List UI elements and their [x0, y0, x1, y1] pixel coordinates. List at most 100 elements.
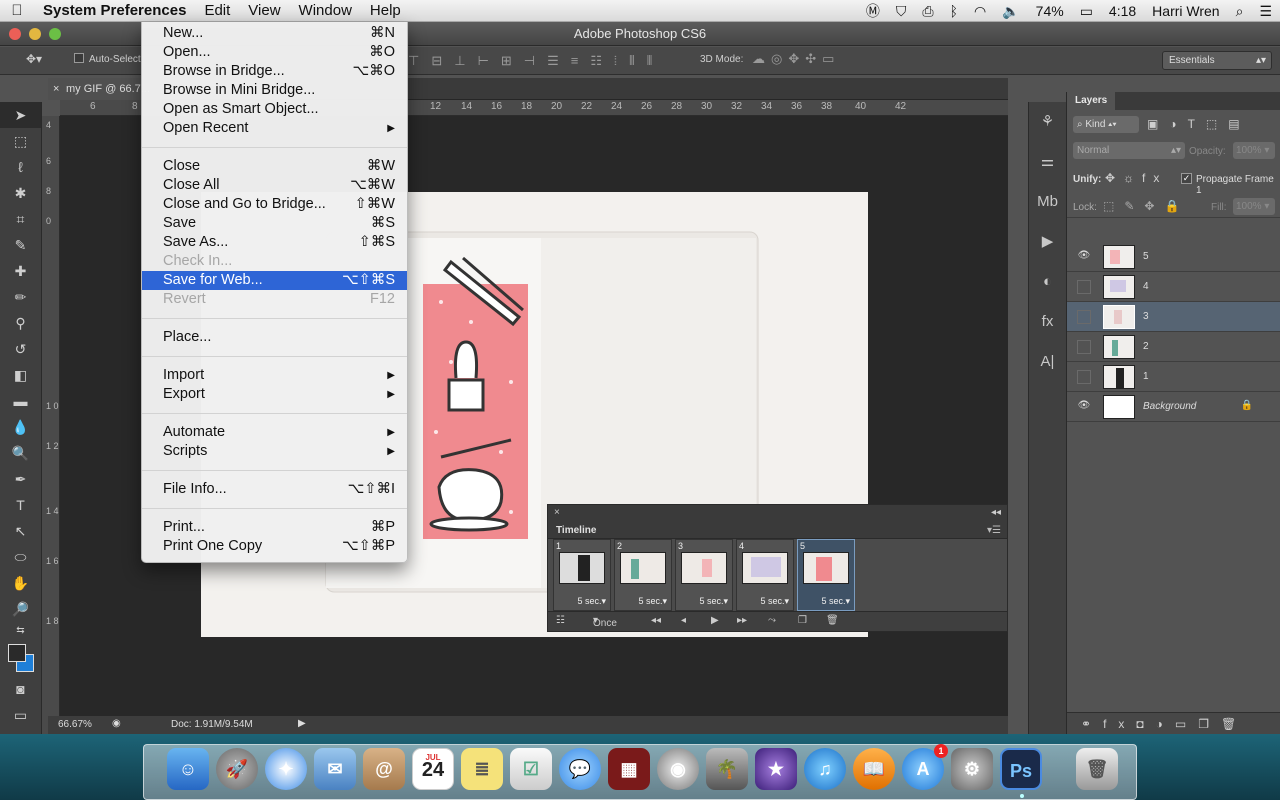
- healing-tool-icon[interactable]: ✚: [0, 258, 41, 284]
- distribute-top-icon[interactable]: ☰: [547, 53, 559, 69]
- timeline-frame[interactable]: 1 5 sec.▾: [553, 539, 611, 611]
- align-hcenter-icon[interactable]: ⊞: [501, 53, 512, 69]
- brush-tool-icon[interactable]: ✏: [0, 284, 41, 310]
- menu-item-export[interactable]: Export ▶: [142, 385, 407, 404]
- battery-percent[interactable]: 74%: [1028, 3, 1072, 19]
- menu-window[interactable]: Window: [290, 0, 361, 22]
- apple-icon[interactable]: : [0, 2, 34, 19]
- workspace-select[interactable]: Essentials ▴▾: [1162, 51, 1272, 70]
- photo-booth-icon[interactable]: ▦: [608, 748, 650, 790]
- contacts-icon[interactable]: @: [363, 748, 405, 790]
- iphoto-icon[interactable]: 🌴: [706, 748, 748, 790]
- printer-icon[interactable]: ⎙: [914, 3, 941, 20]
- link-layers-icon[interactable]: ⚭: [1081, 717, 1103, 731]
- shield-icon[interactable]: ⛉: [888, 3, 915, 20]
- mini-bridge-icon[interactable]: Mb: [1029, 182, 1066, 222]
- filter-icons[interactable]: ▣◑T⬚▤: [1147, 117, 1251, 131]
- status-share-icon[interactable]: ◉: [112, 718, 121, 729]
- menu-item-close-and-go-to-bridge[interactable]: Close and Go to Bridge... ⇧⌘W: [142, 195, 407, 214]
- menu-item-new[interactable]: New... ⌘N: [142, 24, 407, 43]
- layer-row[interactable]: 1: [1067, 362, 1280, 392]
- new-layer-icon[interactable]: ❐: [1198, 717, 1221, 731]
- menu-item-file-info[interactable]: File Info... ⌥⇧⌘I: [142, 480, 407, 499]
- m-icon[interactable]: Ⓜ: [858, 1, 888, 21]
- color-swatches[interactable]: [0, 640, 41, 676]
- eye-icon[interactable]: 👁: [1077, 400, 1091, 414]
- menu-item-close-all[interactable]: Close All ⌥⌘W: [142, 176, 407, 195]
- reminders-icon[interactable]: ☑: [510, 748, 552, 790]
- eye-icon[interactable]: 👁: [1077, 250, 1091, 264]
- trash-icon[interactable]: 🗑: [1221, 717, 1248, 731]
- path-select-tool-icon[interactable]: ↖: [0, 518, 41, 544]
- menu-item-open-as-smart-object[interactable]: Open as Smart Object...: [142, 100, 407, 119]
- menu-help[interactable]: Help: [361, 0, 410, 22]
- type-tool-icon[interactable]: T: [0, 492, 41, 518]
- menu-item-place[interactable]: Place...: [142, 328, 407, 347]
- calendar-icon[interactable]: JUL 24: [412, 748, 454, 790]
- convert-to-video-icon[interactable]: ☷: [556, 615, 565, 626]
- menu-view[interactable]: View: [239, 0, 289, 22]
- lock-icons[interactable]: ⬚✎✥🔒: [1103, 199, 1189, 213]
- character-icon[interactable]: A|: [1029, 342, 1066, 382]
- actions-icon[interactable]: ▶: [1029, 222, 1066, 262]
- menu-item-save-for-web[interactable]: Save for Web... ⌥⇧⌘S: [142, 271, 407, 290]
- launchpad-icon[interactable]: 🚀: [216, 748, 258, 790]
- blur-tool-icon[interactable]: 💧: [0, 414, 41, 440]
- system-preferences-icon[interactable]: ⚙: [951, 748, 993, 790]
- mail-icon[interactable]: ✉: [314, 748, 356, 790]
- gradient-tool-icon[interactable]: ▬: [0, 388, 41, 414]
- visibility-toggle[interactable]: [1077, 310, 1091, 324]
- stamp-tool-icon[interactable]: ⚲: [0, 310, 41, 336]
- menu-item-print[interactable]: Print... ⌘P: [142, 518, 407, 537]
- minimize-window-button[interactable]: [29, 28, 41, 40]
- battery-icon[interactable]: ▭: [1072, 3, 1101, 20]
- zoom-window-button[interactable]: [49, 28, 61, 40]
- move-tool-icon[interactable]: ➤: [0, 102, 41, 128]
- timeline-frame[interactable]: 3 5 sec.▾: [675, 539, 733, 611]
- styles-icon[interactable]: fx: [1029, 302, 1066, 342]
- propagate-checkbox[interactable]: ✓: [1181, 173, 1192, 184]
- visibility-toggle[interactable]: [1077, 280, 1091, 294]
- menu-item-open[interactable]: Open... ⌘O: [142, 43, 407, 62]
- photoshop-icon[interactable]: Ps: [1000, 748, 1042, 790]
- distribute-left-icon[interactable]: ⦙: [614, 53, 617, 69]
- align-left-icon[interactable]: ⊢: [478, 53, 489, 69]
- panel-menu-icon[interactable]: ▾☰: [987, 523, 1001, 539]
- align-right-icon[interactable]: ⊣: [524, 53, 535, 69]
- user-name[interactable]: Harri Wren: [1144, 3, 1227, 19]
- fill-field[interactable]: 100% ▾: [1233, 198, 1275, 215]
- duplicate-frame-icon[interactable]: ❐: [798, 615, 807, 626]
- brush-presets-icon[interactable]: ⚘: [1029, 102, 1066, 142]
- layer-row-selected[interactable]: 3: [1067, 302, 1280, 332]
- close-window-button[interactable]: [9, 28, 21, 40]
- volume-icon[interactable]: 🔈: [994, 3, 1027, 20]
- menu-app[interactable]: System Preferences: [34, 0, 195, 22]
- distribute-right-icon[interactable]: ⫴: [647, 53, 652, 69]
- loop-options-select[interactable]: Once ▾: [593, 615, 639, 629]
- status-menu-arrow-icon[interactable]: ▶: [298, 718, 306, 729]
- eraser-tool-icon[interactable]: ◧: [0, 362, 41, 388]
- fx-icon[interactable]: fx: [1103, 717, 1136, 731]
- visibility-toggle[interactable]: [1077, 340, 1091, 354]
- move-tool-icon[interactable]: ✥▾: [26, 52, 42, 66]
- previous-frame-button[interactable]: ◂: [681, 615, 686, 626]
- timeline-frame[interactable]: 2 5 sec.▾: [614, 539, 672, 611]
- 3d-tools-icons[interactable]: ☁◎✥✣▭: [752, 51, 840, 67]
- ibooks-icon[interactable]: 📖: [853, 748, 895, 790]
- timeline-tab[interactable]: Timeline ▾☰: [548, 523, 1007, 539]
- collapse-panel-icon[interactable]: ◂◂: [991, 507, 1001, 518]
- messages-icon[interactable]: 💬: [559, 748, 601, 790]
- timeline-frame-selected[interactable]: 5 5 sec.▾: [797, 539, 855, 611]
- quick-select-tool-icon[interactable]: ✱: [0, 180, 41, 206]
- layer-row-background[interactable]: 👁 Background 🔒: [1067, 392, 1280, 422]
- close-panel-icon[interactable]: ×: [554, 507, 560, 518]
- menu-edit[interactable]: Edit: [195, 0, 239, 22]
- itunes-icon[interactable]: ♫: [804, 748, 846, 790]
- history-icon[interactable]: ◐: [1029, 262, 1066, 302]
- bluetooth-icon[interactable]: ᛒ: [942, 3, 966, 19]
- menu-item-open-recent[interactable]: Open Recent ▶: [142, 119, 407, 138]
- ellipse-tool-icon[interactable]: ⬭: [0, 544, 41, 570]
- auto-select-checkbox[interactable]: [74, 53, 84, 63]
- opacity-field[interactable]: 100% ▾: [1233, 142, 1275, 159]
- eyedropper-tool-icon[interactable]: ✎: [0, 232, 41, 258]
